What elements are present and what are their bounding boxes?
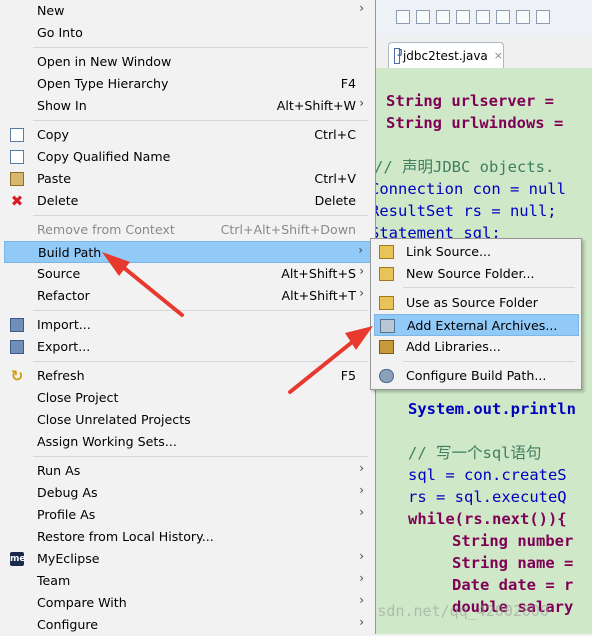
toolbar-button-icon[interactable] — [476, 10, 490, 24]
menu-item-compare-with[interactable]: Compare With › — [4, 592, 372, 614]
submenu-item-configure-build-path[interactable]: Configure Build Path... — [374, 365, 579, 387]
menu-item-copy-qualified-name[interactable]: Copy Qualified Name — [4, 146, 372, 168]
menu-separator — [403, 287, 575, 288]
toolbar-button-icon[interactable] — [396, 10, 410, 24]
chevron-right-icon: › — [359, 483, 364, 497]
chevron-right-icon: › — [359, 1, 364, 15]
menu-item-refactor[interactable]: Refactor Alt+Shift+T › — [4, 285, 372, 307]
menu-item-run-as[interactable]: Run As › — [4, 460, 372, 482]
toolbar-button-icon[interactable] — [416, 10, 430, 24]
code-line: String urlserver = — [386, 92, 564, 110]
menu-item-source[interactable]: Source Alt+Shift+S › — [4, 263, 372, 285]
java-file-icon — [394, 47, 403, 64]
toolbar-button-icon[interactable] — [456, 10, 470, 24]
refresh-icon: ↻ — [10, 367, 24, 385]
menu-item-copy[interactable]: Copy Ctrl+C — [4, 124, 372, 146]
menu-item-debug-as[interactable]: Debug As › — [4, 482, 372, 504]
menu-separator — [33, 361, 368, 362]
toolbar-button-icon[interactable] — [516, 10, 530, 24]
menu-item-import[interactable]: Import... — [4, 314, 372, 336]
toolbar-icons — [396, 6, 550, 26]
chevron-right-icon: › — [359, 571, 364, 585]
menu-item-myeclipse[interactable]: me MyEclipse › — [4, 548, 372, 570]
submenu-item-new-source-folder[interactable]: New Source Folder... — [374, 263, 579, 285]
menu-item-open-in-new-window[interactable]: Open in New Window — [4, 51, 372, 73]
menu-item-delete[interactable]: ✖ Delete Delete — [4, 190, 372, 212]
menu-item-assign-working-sets[interactable]: Assign Working Sets... — [4, 431, 372, 453]
chevron-right-icon: › — [359, 593, 364, 607]
link-source-icon — [379, 245, 394, 259]
menu-separator — [403, 361, 575, 362]
libraries-icon — [379, 340, 394, 354]
paste-icon — [10, 172, 24, 186]
code-line: System.out.println — [408, 400, 576, 418]
menu-item-open-type-hierarchy[interactable]: Open Type Hierarchy F4 — [4, 73, 372, 95]
chevron-right-icon: › — [359, 264, 364, 278]
chevron-right-icon: › — [359, 615, 364, 629]
chevron-right-icon: › — [359, 461, 364, 475]
code-line: rs = sql.executeQ — [408, 488, 567, 506]
editor-toolbar — [376, 0, 592, 39]
toolbar-button-icon[interactable] — [436, 10, 450, 24]
menu-item-restore-from-local-history[interactable]: Restore from Local History... — [4, 526, 372, 548]
menu-item-configure[interactable]: Configure › — [4, 614, 372, 636]
menu-item-export[interactable]: Export... — [4, 336, 372, 358]
menu-item-team[interactable]: Team › — [4, 570, 372, 592]
chevron-right-icon: › — [359, 96, 364, 110]
menu-separator — [33, 215, 368, 216]
context-menu: New › Go Into Open in New Window Open Typ… — [0, 0, 376, 634]
menu-item-close-unrelated-projects[interactable]: Close Unrelated Projects — [4, 409, 372, 431]
chevron-right-icon: › — [359, 286, 364, 300]
configure-build-path-icon — [379, 369, 394, 383]
code-line: while(rs.next()){ — [408, 510, 567, 528]
toolbar-button-icon[interactable] — [536, 10, 550, 24]
delete-icon: ✖ — [10, 192, 24, 210]
menu-item-show-in[interactable]: Show In Alt+Shift+W › — [4, 95, 372, 117]
menu-item-new[interactable]: New › — [4, 0, 372, 22]
code-line: Connection con = null — [376, 180, 566, 198]
close-icon[interactable]: × — [494, 49, 503, 62]
submenu-item-add-external-archives[interactable]: Add External Archives... — [374, 314, 579, 336]
new-source-folder-icon — [379, 267, 394, 281]
external-archives-icon — [380, 319, 395, 333]
copy-icon — [10, 128, 24, 142]
menu-item-refresh[interactable]: ↻ Refresh F5 — [4, 365, 372, 387]
code-comment: // 声明JDBC objects. — [376, 158, 555, 176]
code-line: Date date = r — [452, 576, 574, 594]
code-line: ResultSet rs = null; — [376, 202, 557, 220]
build-path-submenu: Link Source... New Source Folder... Use … — [370, 238, 582, 390]
menu-item-paste[interactable]: Paste Ctrl+V — [4, 168, 372, 190]
menu-item-close-project[interactable]: Close Project — [4, 387, 372, 409]
code-line: sql = con.createS — [408, 466, 567, 484]
menu-separator — [33, 120, 368, 121]
submenu-item-use-as-source-folder[interactable]: Use as Source Folder — [374, 292, 579, 314]
chevron-right-icon: › — [358, 243, 363, 257]
menu-item-remove-from-context: Remove from Context Ctrl+Alt+Shift+Down — [37, 222, 356, 237]
menu-item-go-into[interactable]: Go Into — [4, 22, 372, 44]
toolbar-button-icon[interactable] — [496, 10, 510, 24]
menu-separator — [33, 456, 368, 457]
code-line: String number — [452, 532, 574, 550]
editor-tab-label: jdbc2test.java — [402, 48, 488, 63]
chevron-right-icon: › — [359, 505, 364, 519]
menu-separator — [33, 47, 368, 48]
menu-item-profile-as[interactable]: Profile As › — [4, 504, 372, 526]
use-as-source-folder-icon — [379, 296, 394, 310]
submenu-item-add-libraries[interactable]: Add Libraries... — [374, 336, 579, 358]
submenu-item-link-source[interactable]: Link Source... — [374, 241, 579, 263]
editor-tab-jdbc2test[interactable]: jdbc2test.java × — [388, 42, 504, 68]
export-icon — [10, 340, 24, 354]
code-comment: // 写一个sql语句 — [408, 444, 542, 462]
myeclipse-icon: me — [10, 552, 26, 566]
code-line: String name = — [452, 554, 574, 572]
menu-separator — [33, 310, 368, 311]
import-icon — [10, 318, 24, 332]
code-line: String urlwindows = — [386, 114, 573, 132]
chevron-right-icon: › — [359, 549, 364, 563]
menu-item-build-path[interactable]: Build Path › — [4, 241, 372, 263]
copy-qualified-name-icon — [10, 150, 24, 164]
editor-tab-bar: jdbc2test.java × — [376, 38, 592, 68]
